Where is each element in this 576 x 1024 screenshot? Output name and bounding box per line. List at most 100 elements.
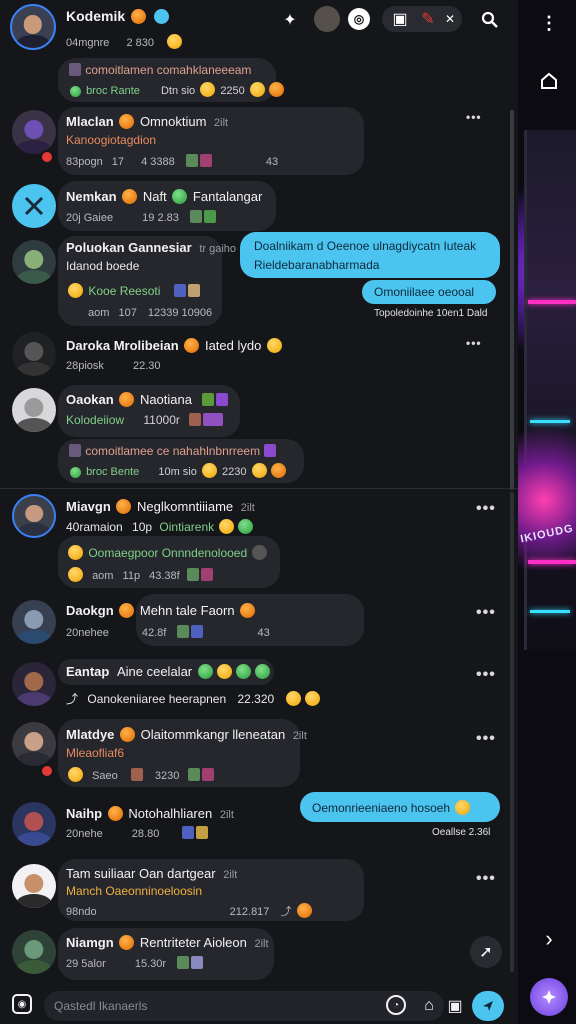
- more-options-icon[interactable]: •••: [476, 870, 496, 888]
- more-options-icon[interactable]: •••: [476, 666, 496, 684]
- meta-c: 12339 10906: [147, 307, 213, 319]
- contact-avatar[interactable]: [12, 110, 56, 154]
- emoji-icon: [252, 545, 268, 560]
- assistant-orb-button[interactable]: [530, 978, 568, 1016]
- contact-avatar[interactable]: [314, 6, 340, 32]
- image-icon[interactable]: ▣: [444, 995, 466, 1017]
- contact-subtitle: 40ramaion: [66, 520, 123, 534]
- emoji-icon: [249, 82, 265, 97]
- meta-a: 83pogn: [66, 156, 103, 168]
- emoji-icon: [197, 664, 213, 679]
- more-options-icon[interactable]: •••: [476, 604, 496, 622]
- sticker-thumb: [203, 413, 224, 426]
- more-options-icon[interactable]: •••: [476, 730, 496, 748]
- meta-d: 43: [265, 156, 279, 168]
- preview-meta: broc Rante: [86, 85, 140, 97]
- contact-tag: Omnoktium: [139, 114, 207, 129]
- emoji-icon: [68, 545, 83, 560]
- close-icon[interactable]: ✕: [438, 7, 462, 31]
- sticker-thumb: [200, 568, 213, 581]
- emoji-icon: [68, 767, 83, 782]
- scrollbar[interactable]: [510, 110, 514, 490]
- emoji-icon: [240, 603, 256, 618]
- share-icon[interactable]: ➚: [470, 936, 502, 968]
- send-button[interactable]: [472, 991, 504, 1021]
- emoji-icon: [68, 567, 83, 582]
- contact-name: Poluokan Gannesiar: [66, 240, 192, 255]
- contact-name: Naihp: [66, 806, 103, 821]
- profile-name: Kodemik: [66, 8, 126, 24]
- sticker-thumb: [201, 393, 214, 406]
- sticker-icon[interactable]: ✎: [416, 7, 440, 31]
- outgoing-timestamp: Topoledoinhe 10en1 Dald: [374, 308, 488, 319]
- more-options-icon[interactable]: •••: [466, 336, 482, 350]
- home-icon[interactable]: [536, 68, 562, 94]
- contact-name: Tam suiliaar Oan dartgear: [66, 866, 216, 881]
- more-options-icon[interactable]: •••: [476, 500, 496, 518]
- profile-avatar[interactable]: [10, 4, 56, 50]
- gallery-icon[interactable]: ▣: [388, 7, 412, 31]
- more-options-icon[interactable]: •••: [466, 110, 482, 124]
- contact-subtitle: Mleaofliaf6: [66, 746, 125, 760]
- meta-b: 3230: [154, 770, 180, 782]
- record-icon[interactable]: ◎: [348, 8, 370, 30]
- sticker-thumb: [173, 284, 186, 297]
- contact-avatar[interactable]: [12, 662, 56, 706]
- meta-a: 28piosk: [66, 360, 104, 372]
- contact-name: Nemkan: [66, 189, 117, 204]
- camera-icon[interactable]: ◉: [12, 994, 32, 1014]
- preview-extra: Dtn sio: [160, 85, 196, 97]
- outgoing-message[interactable]: Oemonrieeniaeno hosoeh: [300, 792, 500, 822]
- sticker-thumb: [182, 826, 195, 839]
- meta-a: 20nehe: [66, 828, 103, 840]
- reply-icon: ⤴: [66, 692, 79, 706]
- outgoing-text: Oemonrieeniaeno hosoeh: [312, 801, 451, 815]
- contact-tag: Olaitommkangr lleneatan: [140, 727, 286, 742]
- contact-avatar[interactable]: [12, 930, 56, 974]
- timestamp: 2ilt: [240, 502, 255, 514]
- neon-stripe: [528, 560, 576, 564]
- sticker-thumb: [177, 956, 190, 969]
- contact-avatar[interactable]: [12, 184, 56, 228]
- sticker-thumb: [69, 63, 81, 76]
- contact-avatar[interactable]: [12, 864, 56, 908]
- contact-subtitle: Manch Oaeonninoeloosin: [66, 884, 203, 898]
- sticker-thumb: [186, 568, 199, 581]
- emoji-icon: [219, 519, 235, 534]
- contact-avatar[interactable]: [12, 722, 56, 766]
- contact-tag: Mehn tale Faorn: [139, 603, 235, 618]
- meta-b: 28.80: [131, 828, 160, 840]
- contact-subtitle: Kolodeiiow: [66, 413, 125, 427]
- contact-avatar[interactable]: [12, 332, 56, 376]
- emoji-picker-icon[interactable]: ◔: [386, 995, 406, 1015]
- contact-avatar[interactable]: [12, 802, 56, 846]
- status-icon: [70, 467, 81, 478]
- meta-b: 42.8f: [141, 627, 167, 639]
- message-input[interactable]: Qastedl Ikanaerls: [44, 991, 444, 1021]
- sticker-thumb: [191, 956, 204, 969]
- emoji-icon: [119, 392, 135, 407]
- neon-stripe: [530, 420, 570, 423]
- contact-subtitle: Idanod boede: [66, 259, 140, 273]
- gift-icon[interactable]: ⌂: [418, 995, 440, 1017]
- more-options-icon[interactable]: ⋮: [536, 10, 562, 36]
- contact-avatar[interactable]: [12, 494, 56, 538]
- neon-stripe: [528, 300, 576, 304]
- preview-num: 2250: [220, 85, 245, 97]
- next-arrow-icon[interactable]: ›: [536, 926, 562, 952]
- sticker-thumb: [69, 444, 81, 457]
- contact-avatar[interactable]: [12, 388, 56, 432]
- sticker-thumb: [196, 826, 209, 839]
- preview-text: comoitlamee ce nahahlnbnrreem: [85, 444, 261, 458]
- preview-meta: broc Bente: [86, 466, 140, 478]
- sticker-thumb: [215, 393, 228, 406]
- bird-icon[interactable]: ✦: [278, 8, 302, 32]
- contact-avatar[interactable]: [12, 600, 56, 644]
- meta-b: 17: [111, 156, 125, 168]
- contact-avatar[interactable]: [12, 240, 56, 284]
- unread-badge: [40, 150, 54, 164]
- scrollbar[interactable]: [510, 492, 514, 972]
- search-icon[interactable]: [478, 8, 502, 32]
- outgoing-chip[interactable]: Omoniilaee oeooal: [362, 280, 496, 304]
- contact-tag: Naft: [142, 189, 167, 204]
